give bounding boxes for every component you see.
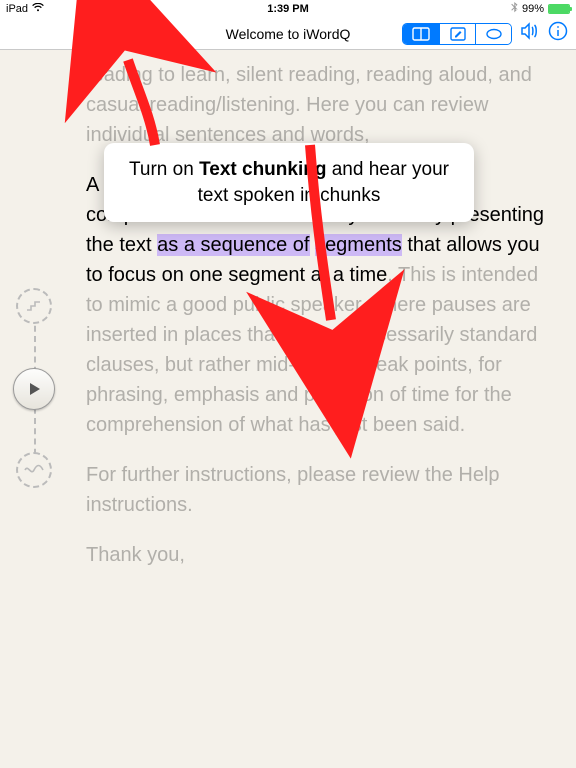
- speaker-icon[interactable]: [520, 22, 540, 45]
- battery-icon: [548, 4, 570, 14]
- bluetooth-icon: [511, 2, 518, 16]
- tutorial-callout: Turn on Text chunking and hear your text…: [104, 143, 474, 222]
- clock: 1:39 PM: [0, 3, 576, 15]
- battery-pct: 99%: [522, 3, 544, 15]
- help-paragraph: For further instructions, please review …: [86, 460, 546, 520]
- text-run-faded: . This is intended to mimic a good publi…: [86, 264, 538, 436]
- gear-icon[interactable]: [112, 28, 132, 45]
- highlighted-text: as a sequence of: [157, 234, 309, 256]
- status-bar: iPad 1:39 PM 99%: [0, 0, 576, 18]
- view-mode-segmented[interactable]: [402, 23, 512, 45]
- play-button[interactable]: [13, 368, 55, 410]
- toolbar: Welcome to iWordQ: [0, 18, 576, 50]
- device-label: iPad: [6, 3, 28, 15]
- signoff-paragraph: Thank you,: [86, 540, 546, 570]
- reading-mode-tab[interactable]: [403, 24, 439, 44]
- info-icon[interactable]: [548, 21, 568, 46]
- callout-text: Turn on: [129, 159, 199, 180]
- highlighted-text: segments: [315, 234, 402, 256]
- next-segment-button[interactable]: [16, 452, 52, 488]
- wifi-icon: [32, 3, 44, 15]
- prev-segment-button[interactable]: [16, 288, 52, 324]
- speech-mode-tab[interactable]: [475, 24, 511, 44]
- intro-paragraph: reading to learn, silent reading, readin…: [86, 60, 546, 150]
- writing-mode-tab[interactable]: [439, 24, 475, 44]
- callout-text-bold: Text chunking: [199, 159, 326, 180]
